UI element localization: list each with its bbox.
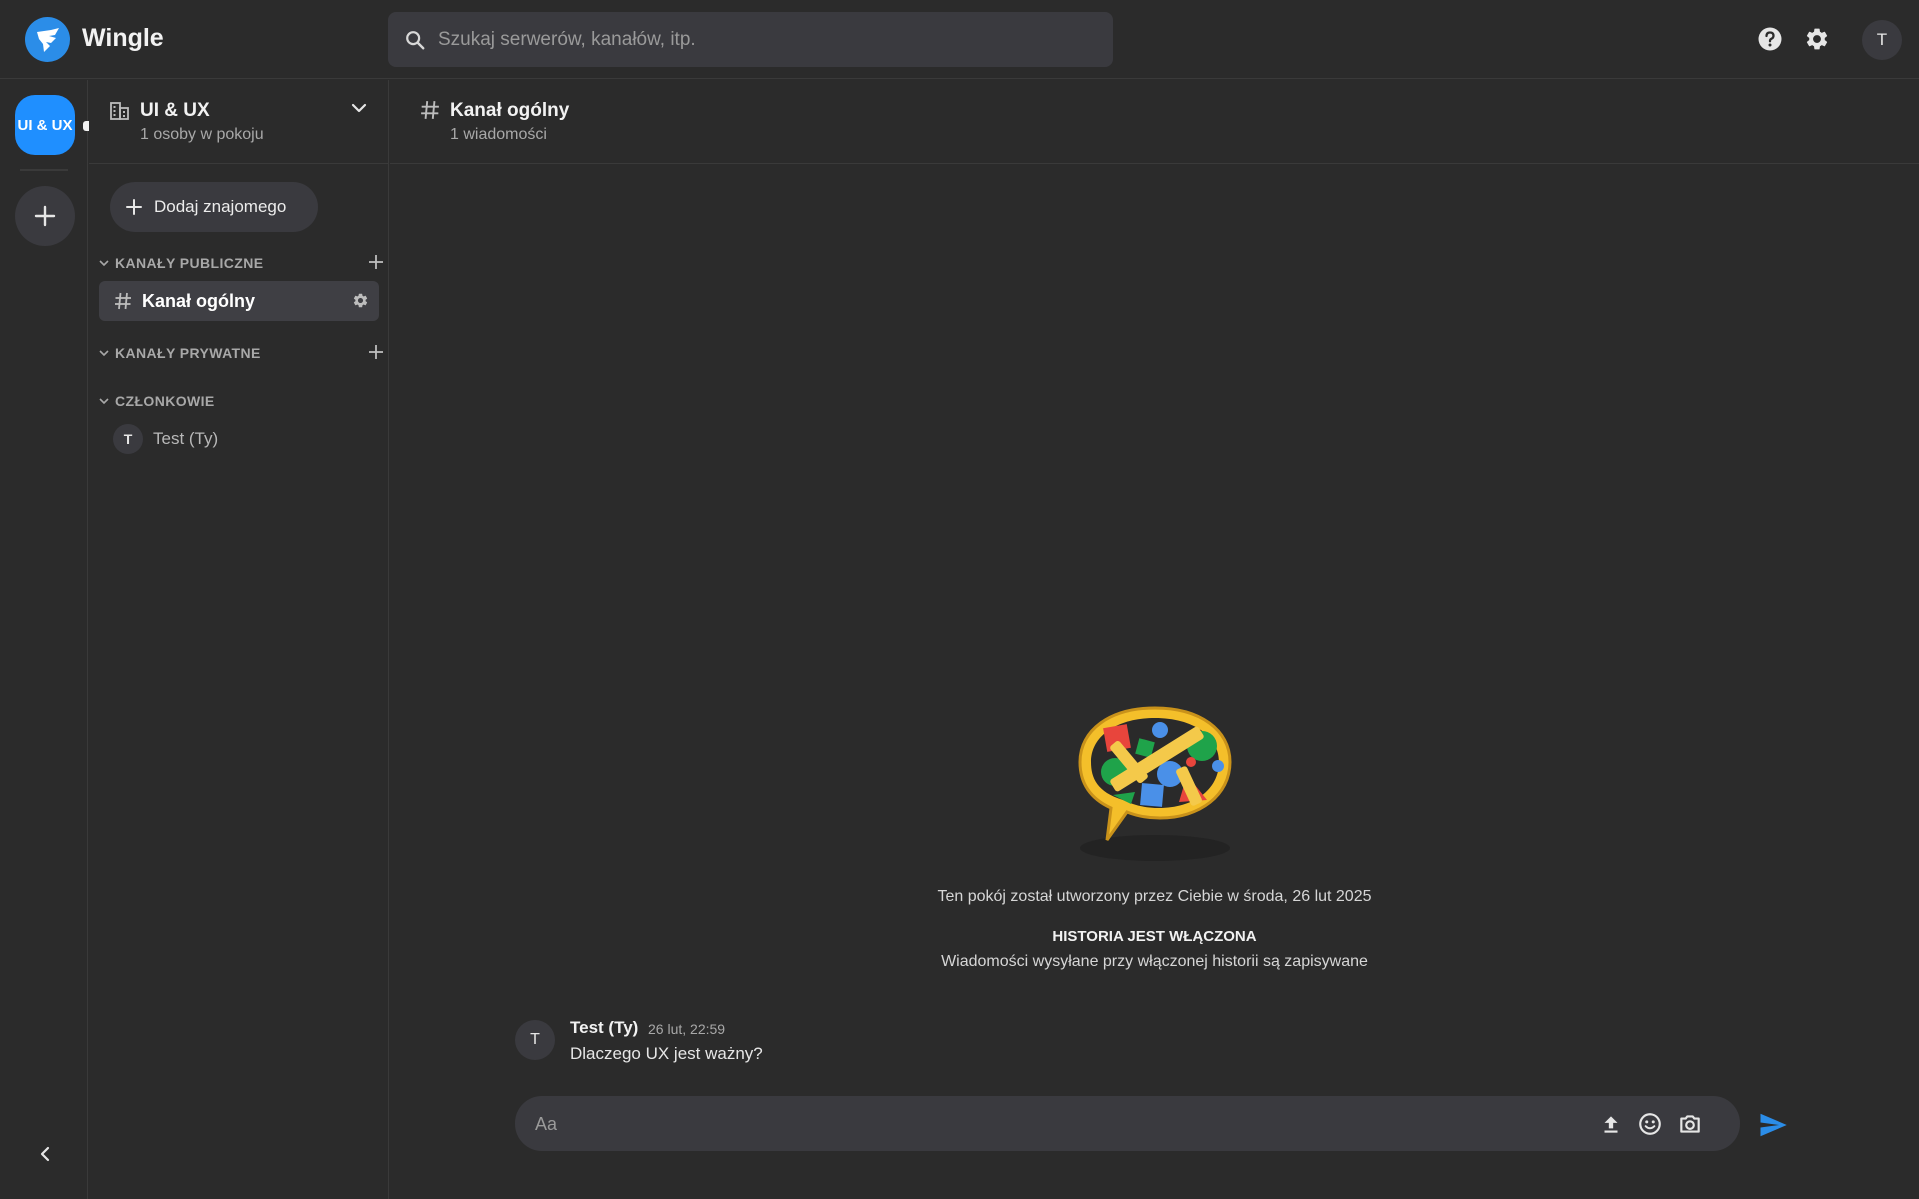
search-input[interactable] [438,28,1078,51]
channel-header: Kanał ogólny 1 wiadomości [390,80,1919,164]
section-public-channels[interactable]: KANAŁY PUBLICZNE [99,252,384,274]
section-title: CZŁONKOWIE [115,393,215,409]
top-bar: Wingle T [0,0,1919,79]
hash-icon [420,100,440,120]
member-avatar: T [113,424,143,454]
gear-icon[interactable] [1804,26,1832,54]
section-title: KANAŁY PUBLICZNE [115,255,264,271]
message-text: Dlaczego UX jest ważny? [570,1044,763,1063]
member-name: Test (Ty) [153,429,219,448]
message-author[interactable]: Test (Ty) [570,1018,638,1038]
room-member-count: 1 osoby w pokoju [140,126,264,143]
plus-icon [126,199,142,215]
rail-divider [20,169,68,171]
chevron-down-icon [99,259,109,267]
camera-icon[interactable] [1677,1111,1703,1137]
collapse-sidebar-button[interactable] [30,1139,60,1169]
message-timestamp: 26 lut, 22:59 [648,1021,726,1037]
chevron-down-icon[interactable] [351,102,367,114]
upload-icon[interactable] [1598,1111,1624,1137]
message-item: T Test (Ty) 26 lut, 22:59 Dlaczego UX je… [515,1018,1515,1070]
member-item[interactable]: T Test (Ty) [113,424,218,454]
search-bar[interactable] [388,12,1113,67]
channel-settings-gear-icon[interactable] [352,292,369,309]
wingle-logo-icon[interactable] [25,17,70,62]
channel-item-kanal-ogolny[interactable]: Kanał ogólny [99,281,379,321]
room-header[interactable]: UI & UX 1 osoby w pokoju [89,80,389,164]
hash-icon [114,292,132,310]
building-icon [109,100,131,122]
user-avatar[interactable]: T [1862,20,1902,60]
send-icon[interactable] [1758,1110,1788,1140]
add-private-channel-icon[interactable] [368,344,384,360]
section-private-channels[interactable]: KANAŁY PRYWATNE [99,342,384,364]
chevron-down-icon [99,349,109,357]
channel-title: Kanał ogólny [450,100,570,121]
app-name[interactable]: Wingle [82,24,164,53]
channel-message-count: 1 wiadomości [450,126,547,143]
history-status-subtitle: Wiadomości wysyłane przy włączonej histo… [941,953,1368,970]
plus-icon [34,205,56,227]
server-ui-ux[interactable]: UI & UX [15,95,75,155]
history-status-title: HISTORIA JEST WŁĄCZONA [1052,928,1257,945]
chat-main: Kanał ogólny 1 wiadomości Ten pokój zost… [390,80,1919,1199]
room-title: UI & UX [140,100,210,121]
help-circle-icon[interactable] [1757,26,1785,54]
emoji-icon[interactable] [1637,1111,1663,1137]
add-friend-label: Dodaj znajomego [154,197,287,216]
chevron-down-icon [99,397,109,405]
chat-bubble-shapes-icon [1078,706,1232,841]
add-friend-button[interactable]: Dodaj znajomego [110,182,318,232]
message-composer [515,1096,1740,1151]
room-created-info: Ten pokój został utworzony przez Ciebie … [937,888,1372,905]
message-input[interactable] [535,1110,1585,1138]
search-icon [404,29,426,51]
message-avatar[interactable]: T [515,1020,555,1060]
chevron-left-icon [38,1146,52,1162]
section-title: KANAŁY PRYWATNE [115,345,261,361]
section-members[interactable]: CZŁONKOWIE [99,390,384,412]
channel-name: Kanał ogólny [142,290,256,311]
add-server-button[interactable] [15,186,75,246]
add-public-channel-icon[interactable] [368,254,384,270]
channel-sidebar: UI & UX 1 osoby w pokoju Dodaj znajomego… [89,80,389,1199]
server-rail: UI & UX [0,80,89,1199]
